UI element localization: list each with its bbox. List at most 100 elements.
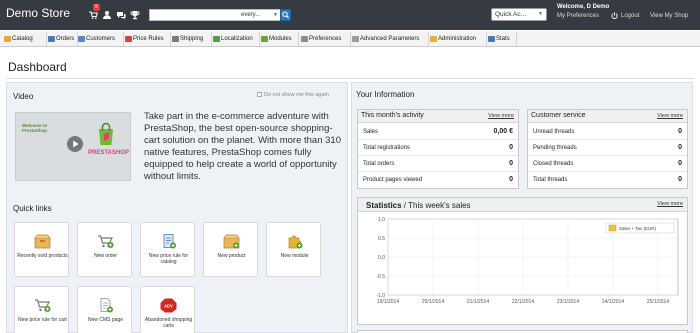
power-icon[interactable] <box>611 12 618 19</box>
quick-access-value: Quick Ac... <box>495 11 527 18</box>
notification-badge: 5 <box>93 4 100 11</box>
box-header: Customer service View more <box>528 110 687 123</box>
play-icon[interactable] <box>67 136 83 152</box>
customers-icon[interactable] <box>102 10 112 20</box>
x-tick-label: 23/1/2014 <box>557 299 579 305</box>
dont-show-checkbox[interactable]: Do not show me this again <box>257 92 329 98</box>
new-cart-icon <box>98 235 114 248</box>
stats-icon <box>488 36 495 42</box>
quick-link-label: New CMS page <box>87 317 123 323</box>
tab-advanced-parameters[interactable]: Advanced Parameters <box>351 33 419 45</box>
stat-label: Sales <box>363 129 379 135</box>
tab-modules[interactable]: Modules <box>260 33 292 45</box>
logout-link[interactable]: Logout <box>621 13 639 19</box>
stat-value: 0 <box>678 160 682 167</box>
quick-link-recently-sold[interactable]: Recently sold products <box>14 222 69 277</box>
my-preferences-link[interactable]: My Preferences <box>557 13 599 19</box>
title-divider <box>6 78 694 79</box>
quick-link-label: New order <box>93 253 118 259</box>
tab-catalog[interactable]: Catalog <box>3 33 33 45</box>
top-header-bar: Demo Store 5 every... ▼ Quick Ac... ▼ We… <box>0 0 700 30</box>
tab-shipping[interactable]: Shipping <box>171 33 203 45</box>
localization-icon <box>213 36 220 42</box>
quick-link-label: New price rule for catalog <box>148 253 189 265</box>
tab-administration[interactable]: Administration <box>429 33 476 45</box>
puzzle-icon <box>288 235 303 249</box>
search-type-select[interactable]: every... ▼ <box>238 10 281 20</box>
tab-localization[interactable]: Localization <box>212 33 253 45</box>
stat-label: Total orders <box>363 161 395 167</box>
box-icon <box>34 234 51 249</box>
stat-value: 0 <box>678 128 682 135</box>
quick-link-new-module[interactable]: New module <box>266 222 321 277</box>
quick-link-new-cms-page[interactable]: New CMS page <box>77 286 132 333</box>
customer-service-box: Customer service View more Unread thread… <box>527 109 688 189</box>
stat-label: Total threads <box>533 177 568 183</box>
search-box: every... ▼ <box>149 9 281 21</box>
trophy-icon[interactable] <box>130 10 140 20</box>
cart-icon[interactable] <box>88 10 98 20</box>
cart-rule-icon <box>35 299 51 312</box>
x-tick-label: 20/1/2014 <box>422 299 444 305</box>
quick-links-heading: Quick links <box>13 204 52 213</box>
x-tick-label: 24/1/2014 <box>602 299 624 305</box>
orders-icon <box>48 36 55 42</box>
quick-access-select[interactable]: Quick Ac... ▼ <box>491 8 547 21</box>
tab-price-rules[interactable]: Price Rules <box>124 33 164 45</box>
view-more-link[interactable]: View more <box>488 113 514 119</box>
adv-icon: ADV <box>160 298 177 313</box>
tab-label: Modules <box>269 36 292 42</box>
tab-orders[interactable]: Orders <box>47 33 74 45</box>
main-menu: Catalog Orders Customers Price Rules Shi… <box>0 31 700 47</box>
stat-row: Total registrations 0 <box>358 141 518 156</box>
statistics-title-bold: Statistics <box>366 201 402 210</box>
video-pitch-text: Take part in the e-commerce adventure wi… <box>144 111 341 182</box>
sales-chart: 1.00.50.0-0.5-1.019/1/2014 20/1/2014 21/1/… <box>376 217 679 305</box>
tab-preferences[interactable]: Preferences <box>300 33 341 45</box>
y-tick-label: -0.5 <box>376 274 385 280</box>
view-more-link[interactable]: View more <box>657 201 683 207</box>
shop-name[interactable]: Demo Store <box>6 6 70 20</box>
stat-value: 0 <box>509 144 513 151</box>
checkbox[interactable] <box>257 92 262 97</box>
tab-customers[interactable]: Customers <box>77 33 115 45</box>
search-button[interactable] <box>280 9 291 21</box>
customers-icon <box>78 36 85 42</box>
y-tick-label: 1.0 <box>378 217 385 223</box>
y-tick-label: 0.5 <box>378 236 385 242</box>
stat-row: Total orders 0 <box>358 157 518 172</box>
messages-icon[interactable] <box>116 10 126 20</box>
statistics-box: Statistics / This week's sales View more… <box>357 197 688 325</box>
stat-label: Product pages viewed <box>363 177 423 183</box>
video-thumbnail[interactable]: Welcome to PrestaShop PRESTASHOP <box>15 112 131 181</box>
stat-label: Unread threads <box>533 129 575 135</box>
view-more-link[interactable]: View more <box>657 113 683 119</box>
x-tick-label: 19/1/2014 <box>377 299 399 305</box>
stat-value: 0,00 € <box>493 128 513 135</box>
tab-stats[interactable]: Stats <box>487 33 510 45</box>
quick-link-new-price-rule-catalog[interactable]: New price rule for catalog <box>140 222 195 277</box>
monthly-activity-box: This month's activity View more Sales 0,… <box>357 109 519 189</box>
stat-row: Sales 0,00 € <box>358 125 518 140</box>
shipping-icon <box>172 36 179 42</box>
quick-link-new-product[interactable]: New product <box>203 222 258 277</box>
shopping-bag-icon <box>99 122 113 145</box>
search-input[interactable] <box>150 10 238 20</box>
legend-swatch <box>608 224 617 232</box>
quick-link-label: New module <box>280 253 309 259</box>
left-panel: Video Do not show me this again Welcome … <box>6 82 348 333</box>
modules-icon <box>261 36 268 42</box>
dont-show-label: Do not show me this again <box>264 92 329 98</box>
tab-label: Preferences <box>309 36 342 42</box>
administration-icon <box>430 36 437 42</box>
quick-link-new-price-rule-cart[interactable]: New price rule for cart <box>14 286 69 333</box>
view-shop-link[interactable]: View My Shop <box>650 13 688 19</box>
quick-link-new-order[interactable]: New order <box>77 222 132 277</box>
box-title: Customer service <box>531 112 586 119</box>
stat-value: 0 <box>509 160 513 167</box>
search-icon <box>282 11 290 19</box>
quick-link-abandoned-carts[interactable]: ADV Abandoned shopping carts <box>140 286 195 333</box>
your-information-heading: Your Information <box>356 90 415 99</box>
legend-label: Sales + Tax (EUR) <box>619 226 657 231</box>
chevron-down-icon: ▼ <box>273 12 278 18</box>
